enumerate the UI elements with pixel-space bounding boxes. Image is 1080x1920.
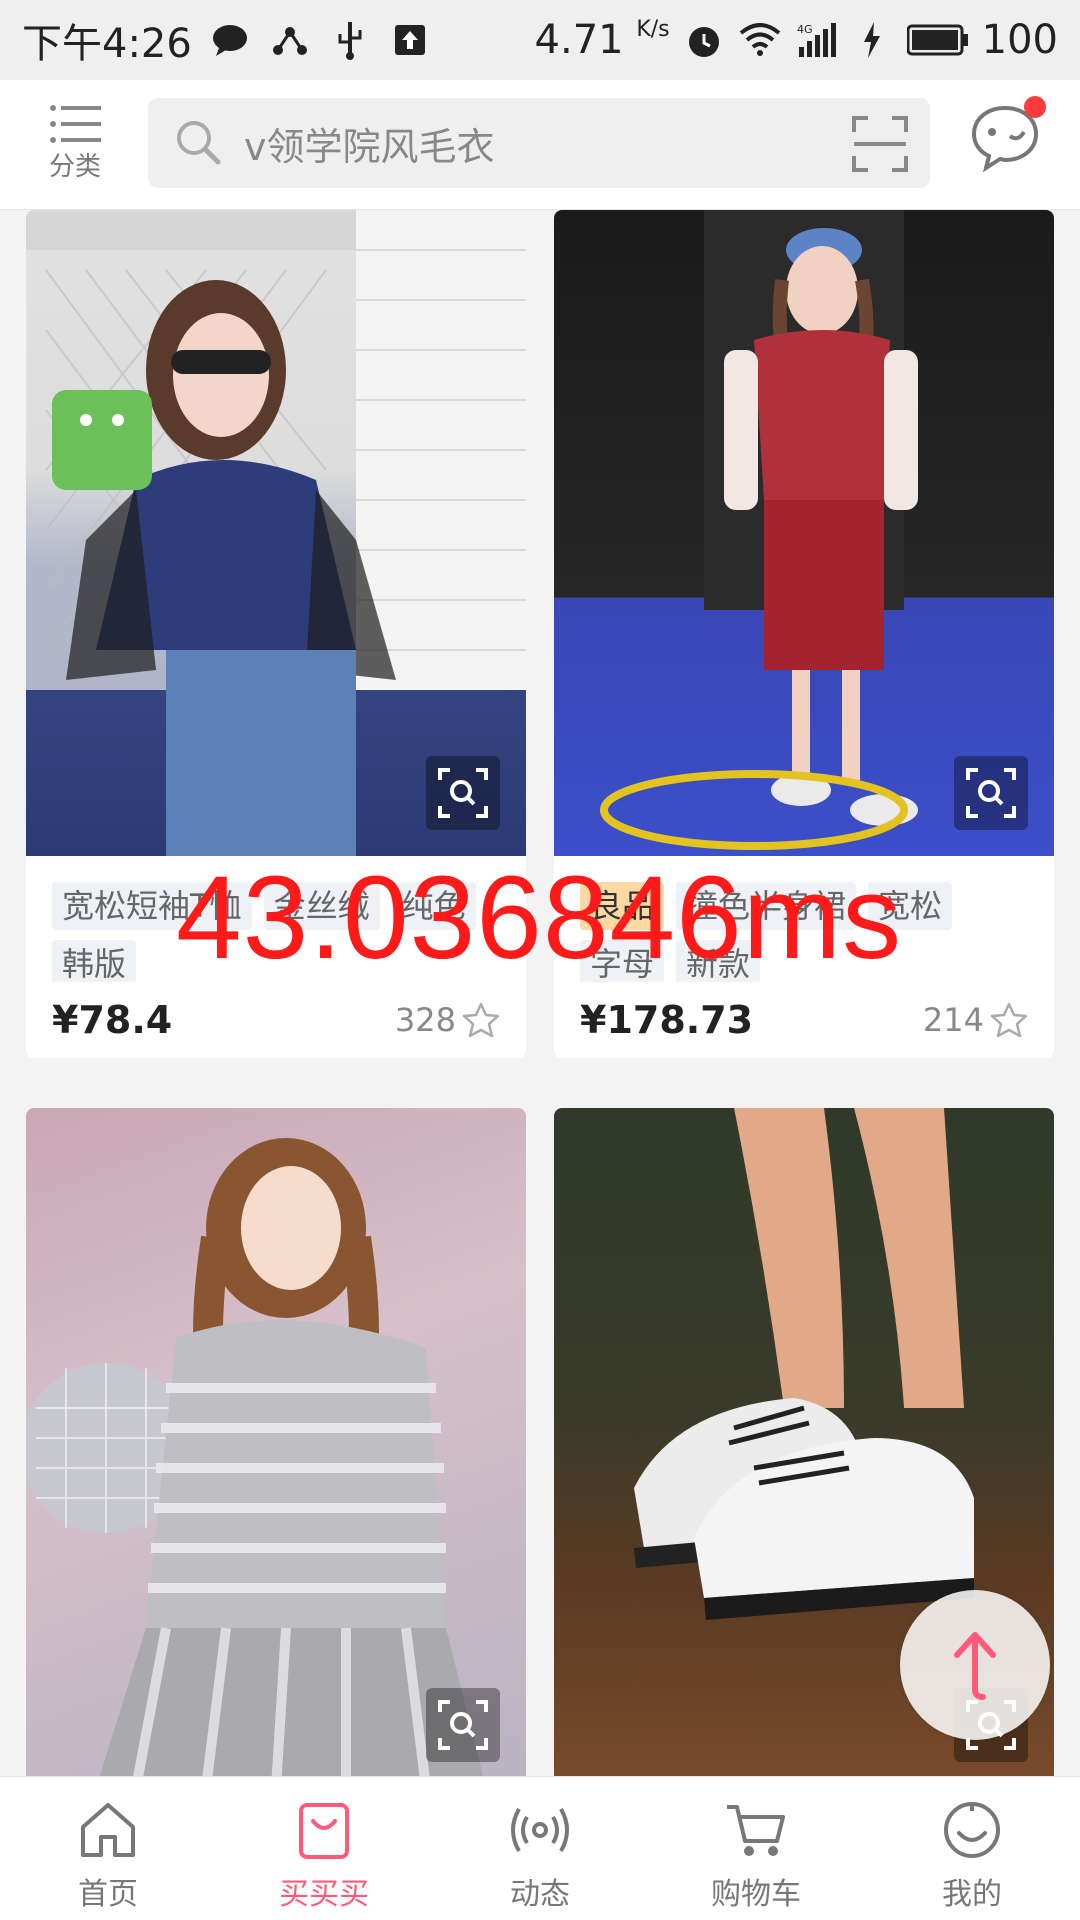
product-image[interactable] (26, 210, 526, 856)
battery-level: 100 (981, 17, 1058, 63)
product-image[interactable] (554, 210, 1054, 856)
bottom-navigation: 首页 买买买 动态 购物车 我的 (0, 1776, 1080, 1920)
image-search-icon[interactable] (954, 756, 1028, 830)
upload-icon (388, 18, 432, 62)
chat-notification-icon (208, 18, 252, 62)
cellular-4g-icon: 4G (794, 18, 838, 62)
price-row: ¥178.73 214 (554, 982, 1054, 1058)
nav-label: 动态 (510, 1877, 570, 1912)
search-bar[interactable]: v领学院风毛衣 (148, 98, 930, 188)
messages-button[interactable] (970, 96, 1046, 173)
product-photo-placeholder (26, 1138, 483, 1776)
unread-dot (1024, 96, 1046, 118)
alarm-icon (682, 18, 726, 62)
share-network-icon (268, 18, 312, 62)
category-button[interactable]: 分类 (40, 98, 110, 198)
favorite-button[interactable]: 328 (395, 1001, 500, 1039)
star-icon (462, 1002, 500, 1038)
shopping-bag-icon (299, 1803, 349, 1859)
price-row: ¥78.4 328 (26, 982, 526, 1058)
nav-profile[interactable]: 我的 (864, 1777, 1080, 1920)
battery-icon (906, 18, 970, 62)
nav-label: 买买买 (279, 1877, 369, 1912)
nav-label: 购物车 (711, 1877, 801, 1912)
home-icon (81, 1803, 135, 1857)
svg-text:4G: 4G (797, 23, 813, 36)
product-card[interactable] (26, 1108, 526, 1776)
broadcast-icon (511, 1808, 569, 1852)
status-time: 下午4:26 (22, 21, 192, 67)
nav-label: 首页 (78, 1877, 138, 1912)
nav-home[interactable]: 首页 (0, 1777, 216, 1920)
favorite-count: 328 (394, 1001, 456, 1039)
menu-icon (49, 102, 101, 146)
image-search-icon[interactable] (426, 1688, 500, 1762)
cart-icon (727, 1805, 785, 1856)
search-placeholder: v领学院风毛衣 (244, 124, 495, 169)
nav-cart[interactable]: 购物车 (648, 1777, 864, 1920)
scroll-to-top-button[interactable] (900, 1590, 1050, 1740)
render-time-overlay: 43.036846ms (176, 852, 903, 984)
product-price: ¥78.4 (52, 998, 173, 1042)
charging-icon (850, 18, 894, 62)
profile-icon (944, 1802, 1000, 1858)
category-label: 分类 (48, 152, 101, 182)
wifi-icon (738, 18, 782, 62)
arrow-up-icon (954, 1632, 996, 1700)
product-image[interactable] (26, 1108, 526, 1776)
network-speed: 4.71 K/s (534, 17, 670, 63)
star-icon (990, 1002, 1028, 1038)
nav-feed[interactable]: 动态 (432, 1777, 648, 1920)
top-bar: 分类 v领学院风毛衣 (0, 80, 1080, 210)
status-bar: 下午4:26 4.71 K/s 4G 100 (0, 0, 1080, 80)
product-price: ¥178.73 (580, 998, 754, 1042)
product-feed[interactable]: 宽松短袖T恤 金丝绒 纯色 韩版 ¥78.4 328 良品 撞色半身裙 宽松 字… (0, 210, 1080, 1776)
favorite-button[interactable]: 214 (923, 1001, 1028, 1039)
usb-icon (328, 18, 372, 62)
nav-label: 我的 (942, 1877, 1002, 1912)
image-search-icon[interactable] (426, 756, 500, 830)
favorite-count: 214 (922, 1001, 984, 1039)
nav-shop[interactable]: 买买买 (216, 1777, 432, 1920)
product-tag[interactable]: 韩版 (52, 940, 137, 982)
search-icon (172, 116, 226, 170)
scan-icon[interactable] (852, 116, 908, 172)
